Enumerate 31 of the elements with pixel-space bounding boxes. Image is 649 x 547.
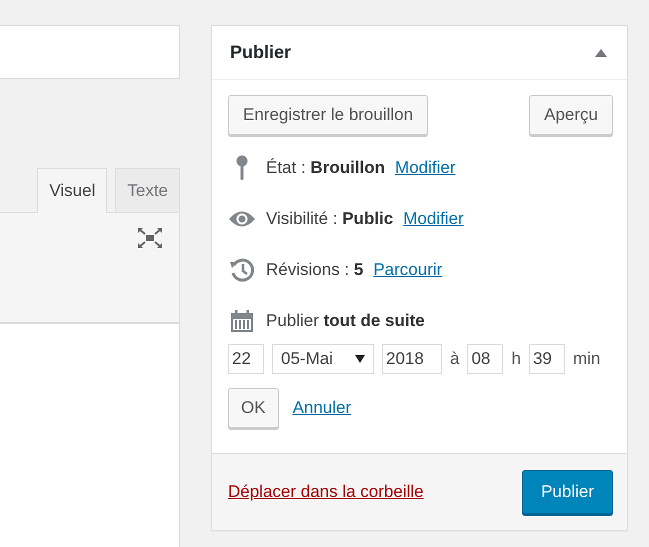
hour-field[interactable]: 08	[467, 344, 504, 374]
publish-button[interactable]: Publier	[522, 470, 613, 514]
preview-button[interactable]: Aperçu	[529, 95, 613, 135]
edit-link[interactable]: Modifier	[395, 158, 456, 178]
fullscreen-icon[interactable]	[137, 227, 163, 249]
year-field[interactable]: 2018	[382, 344, 442, 374]
hour-label: h	[511, 349, 521, 369]
editor-tab[interactable]: Visuel	[37, 168, 108, 213]
trash-link[interactable]: Déplacer dans la corbeille	[228, 482, 424, 502]
at-label: à	[450, 349, 460, 369]
month-select[interactable]: 05-Mai	[272, 344, 374, 374]
panel-title: Publier	[230, 42, 292, 63]
calendar-icon	[228, 308, 256, 332]
minute-field[interactable]: 39	[528, 344, 565, 374]
editor-tab[interactable]: Texte	[115, 168, 180, 212]
day-field[interactable]: 22	[228, 344, 264, 374]
edit-link[interactable]: Modifier	[403, 208, 464, 228]
minute-label: min	[572, 349, 600, 369]
status-text: État : Brouillon	[266, 158, 386, 178]
status-text: Publier tout de suite	[266, 310, 425, 330]
history-icon	[228, 256, 256, 282]
save-draft-button[interactable]: Enregistrer le brouillon	[228, 95, 428, 135]
dropdown-arrow-icon	[355, 355, 365, 363]
status-text: Révisions : 5	[266, 260, 364, 280]
ok-button[interactable]: OK	[228, 388, 279, 428]
collapse-toggle-icon[interactable]	[595, 48, 607, 56]
status-text: Visibilité : Public	[266, 208, 394, 228]
title-field[interactable]	[0, 25, 180, 79]
eye-icon	[228, 210, 256, 228]
edit-link[interactable]: Parcourir	[373, 260, 442, 280]
cancel-link[interactable]: Annuler	[292, 398, 352, 418]
